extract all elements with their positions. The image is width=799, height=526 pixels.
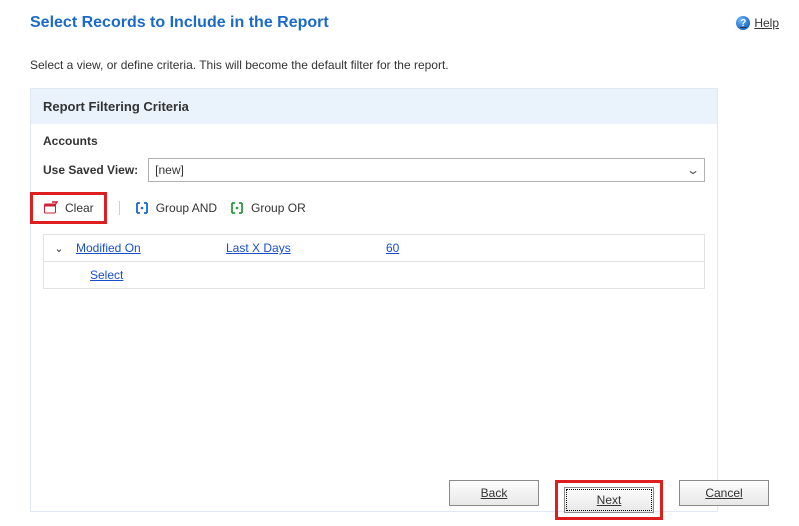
toolbar-separator (119, 201, 120, 215)
page-title: Select Records to Include in the Report (30, 14, 329, 32)
help-icon: ? (736, 16, 750, 30)
highlight-clear: Clear (30, 192, 107, 224)
back-button[interactable]: Back (449, 480, 539, 506)
group-or-label: Group OR (251, 201, 306, 215)
back-label: Back (481, 486, 508, 500)
chevron-down-icon: ⌄ (686, 163, 700, 177)
group-or-button[interactable]: Group OR (227, 199, 308, 217)
next-button[interactable]: Next (564, 487, 654, 513)
wizard-footer: Back Next Cancel (0, 480, 799, 520)
saved-view-select[interactable]: [new] ⌄ (148, 158, 705, 182)
next-label: Next (597, 493, 622, 507)
saved-view-value: [new] (155, 163, 184, 177)
help-label: Help (754, 16, 779, 30)
group-and-label: Group AND (156, 201, 217, 215)
clear-icon (43, 201, 59, 215)
criteria-operator[interactable]: Last X Days (226, 241, 386, 255)
filter-panel: Report Filtering Criteria Accounts Use S… (30, 88, 718, 512)
chevron-down-icon[interactable]: ⌄ (44, 242, 74, 255)
group-and-icon (134, 201, 150, 215)
page-subtitle: Select a view, or define criteria. This … (30, 58, 779, 72)
entity-heading: Accounts (43, 130, 705, 158)
saved-view-label: Use Saved View: (43, 163, 138, 177)
criteria-value[interactable]: 60 (386, 241, 506, 255)
criteria-field[interactable]: Modified On (74, 241, 226, 255)
criteria-grid: ⌄ Modified On Last X Days 60 Select (43, 234, 705, 289)
highlight-next: Next (555, 480, 663, 520)
clear-button[interactable]: Clear (41, 199, 96, 217)
group-or-icon (229, 201, 245, 215)
clear-label: Clear (65, 201, 94, 215)
panel-title: Report Filtering Criteria (31, 89, 717, 124)
criteria-select-link[interactable]: Select (74, 268, 240, 282)
criteria-row[interactable]: ⌄ Modified On Last X Days 60 (44, 235, 704, 262)
group-and-button[interactable]: Group AND (132, 199, 219, 217)
cancel-button[interactable]: Cancel (679, 480, 769, 506)
help-link[interactable]: ? Help (736, 16, 779, 30)
cancel-label: Cancel (705, 486, 742, 500)
criteria-select-row[interactable]: Select (44, 262, 704, 288)
